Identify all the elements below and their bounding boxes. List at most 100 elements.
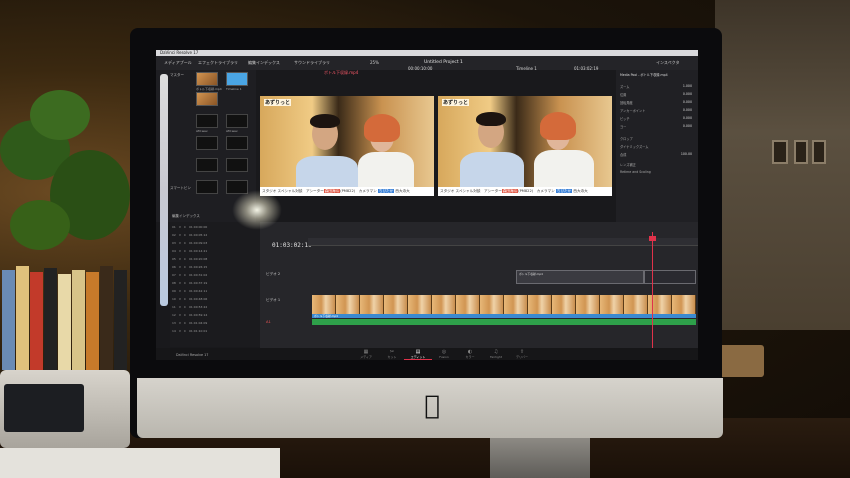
media-pool-tab[interactable]: メディアプール bbox=[164, 56, 192, 70]
inspector-row-value[interactable]: 0.000 bbox=[683, 116, 692, 120]
inspector-row-value[interactable]: 100.00 bbox=[681, 152, 692, 156]
media-thumbnail[interactable] bbox=[196, 158, 218, 172]
viewer-caption-logo: あずりっと bbox=[442, 99, 470, 106]
page-tab-label: デリバー bbox=[515, 355, 528, 359]
inspector-row-label: アンカーポイント bbox=[620, 109, 646, 113]
caption-text: スタジオ スペシャル対談 アシーター bbox=[262, 189, 324, 193]
inspector-section-retime[interactable]: Retime and Scaling bbox=[620, 170, 651, 174]
title-clip[interactable]: ボトル下収録.mp4 bbox=[516, 270, 644, 284]
page-tab-label: Fairlight bbox=[489, 355, 502, 359]
timeline-ruler[interactable] bbox=[308, 238, 698, 246]
media-thumbnail[interactable] bbox=[196, 92, 218, 106]
timeline-selector[interactable]: Timeline 1 bbox=[516, 62, 537, 76]
page-tab-edit[interactable]: ▤ エディット bbox=[404, 350, 432, 360]
book bbox=[16, 266, 29, 370]
page-tab-deliver[interactable]: ⇪ デリバー bbox=[508, 350, 536, 360]
top-toolbar: メディアプール エフェクトライブラリ 編集インデックス サウンドライブラリ 25… bbox=[156, 56, 698, 71]
list-item[interactable]: 11 V C 01:00:53:22 bbox=[172, 304, 260, 311]
book bbox=[30, 272, 43, 370]
edit-index-tab[interactable]: 編集インデックス bbox=[248, 56, 280, 70]
inspector-row-label: ピッチ bbox=[620, 117, 630, 121]
page-tab-label: カット bbox=[387, 355, 397, 359]
media-thumbnail[interactable] bbox=[196, 180, 218, 194]
video-clip-name: ボトル下収録.mp4 bbox=[312, 314, 696, 318]
video-clip[interactable] bbox=[312, 295, 696, 314]
media-thumbnail[interactable] bbox=[196, 136, 218, 150]
inspector-tab[interactable]: インスペクタ bbox=[656, 56, 679, 70]
list-item[interactable]: 02 V C 01:00:05:12 bbox=[172, 232, 260, 239]
sound-library-tab[interactable]: サウンドライブラリ bbox=[294, 56, 330, 70]
edit-index-list: 編集インデックス 01 V C 01:00:00:00 02 V C 01:00… bbox=[170, 214, 262, 347]
inspector-row-value[interactable]: 0.000 bbox=[683, 92, 692, 96]
imac-stand bbox=[490, 438, 590, 478]
list-item[interactable]: 12 V C 01:00:59:14 bbox=[172, 312, 260, 319]
track-header-a1[interactable]: A1 bbox=[266, 320, 271, 324]
list-item[interactable]: 06 V C 01:00:26:15 bbox=[172, 264, 260, 271]
media-thumbnail-label: Timeline 1 bbox=[226, 87, 242, 91]
book bbox=[114, 270, 127, 370]
track-header-v2[interactable]: ビデオ 2 bbox=[266, 272, 280, 277]
list-item[interactable]: 14 V C 01:01:10:01 bbox=[172, 328, 260, 335]
media-thumbnail[interactable] bbox=[226, 136, 248, 150]
list-item[interactable]: 08 V C 01:00:37:19 bbox=[172, 280, 260, 287]
list-item[interactable]: 04 V C 01:00:14:21 bbox=[172, 248, 260, 255]
inspector-row-value[interactable]: 0.000 bbox=[683, 100, 692, 104]
edit-index-label: 編集インデックス bbox=[172, 214, 200, 218]
page-tab-label: Fusion bbox=[439, 355, 449, 359]
page-tab-media[interactable]: ▦ メディア bbox=[352, 350, 380, 360]
playhead[interactable] bbox=[652, 232, 653, 352]
media-thumbnail[interactable] bbox=[196, 72, 218, 86]
media-thumbnail-label: ボトル下収録.mp4 bbox=[196, 87, 222, 91]
media-thumbnail[interactable] bbox=[226, 114, 248, 128]
page-tab-color[interactable]: ◐ カラー bbox=[456, 350, 484, 360]
track-header-v1[interactable]: ビデオ 1 bbox=[266, 298, 280, 303]
bin-sidebar[interactable] bbox=[160, 74, 168, 306]
list-item[interactable]: 10 V C 01:00:48:06 bbox=[172, 296, 260, 303]
media-thumbnail-label: AM.wav bbox=[196, 129, 208, 133]
radio-speaker bbox=[0, 370, 130, 448]
timeline-panel[interactable]: 01:03:02:19 ビデオ 2 ビデオ 1 A1 ボトル下収録.mp4 ボト… bbox=[260, 222, 698, 352]
media-thumbnail[interactable] bbox=[196, 114, 218, 128]
zoom-level[interactable]: 25% bbox=[370, 56, 379, 70]
caption-text: スタジオ スペシャル対談 アシーター bbox=[440, 189, 502, 193]
apple-logo-icon:  bbox=[420, 392, 444, 420]
list-item[interactable]: 07 V C 01:00:31:02 bbox=[172, 272, 260, 279]
list-item[interactable]: 13 V C 01:01:04:09 bbox=[172, 320, 260, 327]
inspector-row-value[interactable]: 1.000 bbox=[683, 84, 692, 88]
inspector-row-label: 合成 bbox=[620, 153, 627, 157]
inspector-row-value[interactable]: 0.000 bbox=[683, 124, 692, 128]
media-thumbnail[interactable] bbox=[226, 72, 248, 86]
inspector-section-crop[interactable]: クロップ bbox=[620, 136, 633, 141]
effects-tab[interactable]: エフェクトライブラリ bbox=[198, 56, 238, 70]
page-tab-cut[interactable]: ✂ カット bbox=[378, 350, 406, 360]
page-tab-label: エディット bbox=[410, 355, 426, 359]
caption-highlight-red: 森田海斗 bbox=[501, 189, 519, 193]
list-item[interactable]: 05 V C 01:00:20:08 bbox=[172, 256, 260, 263]
plant bbox=[10, 200, 70, 250]
caption-text: 西大寺大 bbox=[394, 189, 410, 193]
page-tab-fusion[interactable]: ◎ Fusion bbox=[430, 350, 458, 360]
menu-app-name[interactable]: DaVinci Resolve 17 bbox=[160, 50, 198, 55]
list-item[interactable]: 09 V C 01:00:42:11 bbox=[172, 288, 260, 295]
audio-clip[interactable] bbox=[312, 319, 696, 325]
inspector-section-lens[interactable]: レンズ補正 bbox=[620, 162, 636, 167]
viewer-caption-logo: あずりっと bbox=[264, 99, 292, 106]
book bbox=[2, 270, 15, 370]
timeline-viewer[interactable]: あずりっと スタジオ スペシャル対談 アシーター森田海斗(PM822) カメラマ… bbox=[438, 96, 612, 196]
source-viewer[interactable]: あずりっと スタジオ スペシャル対談 アシーター森田海斗(PM822) カメラマ… bbox=[260, 96, 434, 196]
media-thumbnail[interactable] bbox=[226, 158, 248, 172]
lower-third-caption: スタジオ スペシャル対談 アシーター森田海斗(PM822) カメラマン ちびたか… bbox=[260, 187, 434, 196]
caption-text: (PM822) カメラマン bbox=[518, 189, 556, 193]
page-tab-fairlight[interactable]: ♫ Fairlight bbox=[482, 350, 510, 360]
list-item[interactable]: 03 V C 01:00:09:03 bbox=[172, 240, 260, 247]
inspector-row-value[interactable]: 0.000 bbox=[683, 108, 692, 112]
master-bin-label[interactable]: マスター bbox=[170, 73, 184, 78]
inspector-section-dynamic-zoom[interactable]: ダイナミックズーム bbox=[620, 144, 648, 149]
app-name-label: DaVinci Resolve 17 bbox=[176, 353, 209, 357]
caption-text: (PM822) カメラマン bbox=[340, 189, 378, 193]
viewer-clip-name: ボトル下収録.mp4 bbox=[324, 70, 359, 75]
smart-bins-label[interactable]: スマートビン bbox=[170, 186, 191, 191]
wall bbox=[715, 0, 850, 330]
inspector-panel: Media Pool - ボトル下収録.mp4 ズーム 1.000 位置 0.0… bbox=[616, 70, 698, 246]
media-thumbnail-label: AM.wav bbox=[226, 129, 238, 133]
